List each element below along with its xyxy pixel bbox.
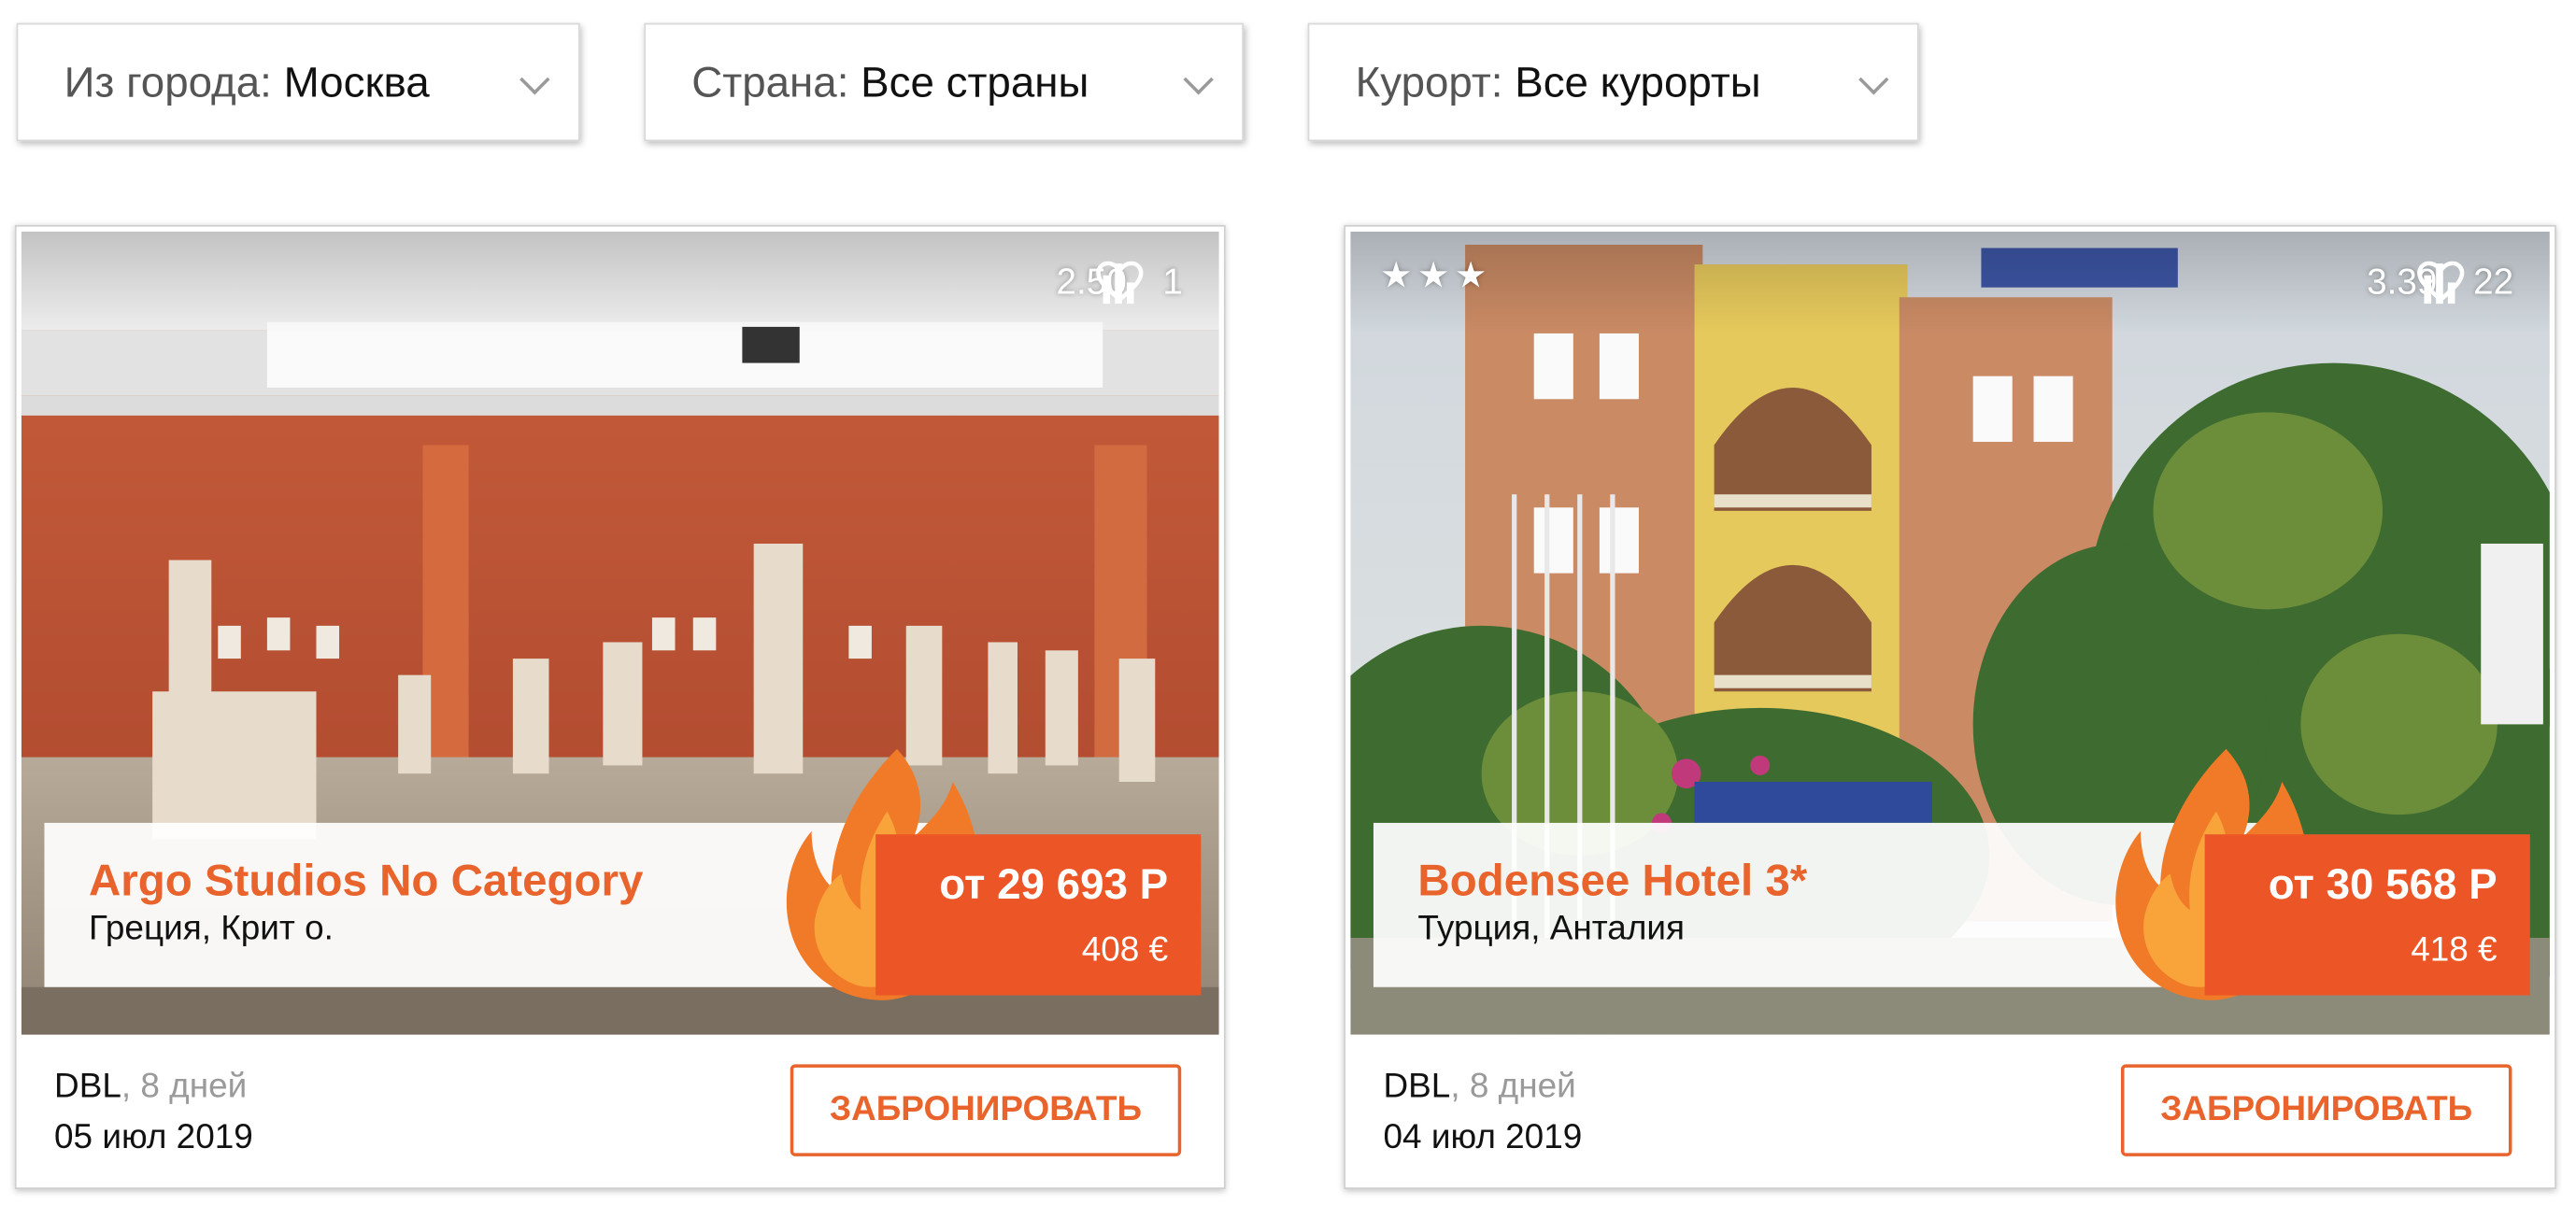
photo-top-shade xyxy=(21,231,1219,333)
tour-card[interactable]: 2.50 1 Argo Studios No Category Греция, … xyxy=(14,224,1226,1190)
price-eur: 408 € xyxy=(1081,930,1169,970)
hotel-location: Греция, Крит о. xyxy=(88,910,334,948)
resort-filter-value: Все курорты xyxy=(1515,56,1761,106)
hotel-stars: ★★★ xyxy=(1379,254,1492,296)
room-type: DBL xyxy=(1383,1067,1451,1106)
duration: , 8 дней xyxy=(121,1067,248,1106)
tour-card[interactable]: ★★★ 3.39 22 Bodensee Hotel 3* Турция, Ан… xyxy=(1344,224,2556,1190)
city-filter-value: Москва xyxy=(283,56,430,106)
book-button[interactable]: ЗАБРОНИРОВАТЬ xyxy=(790,1064,1182,1156)
duration: , 8 дней xyxy=(1450,1067,1576,1106)
hotel-name[interactable]: Argo Studios No Category xyxy=(89,856,643,907)
price-rub: от 29 693 Р xyxy=(939,858,1169,909)
country-filter-value: Все страны xyxy=(861,56,1089,106)
chevron-down-icon xyxy=(519,64,550,95)
chevron-down-icon xyxy=(1858,64,1889,95)
heart-icon[interactable] xyxy=(1056,261,1183,305)
city-filter-select[interactable]: Из города: Москва xyxy=(16,22,580,142)
stats-row: 3.39 22 xyxy=(2367,261,2513,305)
price-box: от 30 568 Р 418 € xyxy=(2204,834,2530,996)
resort-filter-label: Курорт: xyxy=(1355,56,1503,106)
hotel-location: Турция, Анталия xyxy=(1417,910,1685,948)
room-info: DBL, 8 дней xyxy=(54,1068,247,1107)
room-info: DBL, 8 дней xyxy=(1383,1068,1575,1107)
chevron-down-icon xyxy=(1183,64,1214,95)
likes-stat[interactable]: 1 xyxy=(1096,261,1183,305)
city-filter-label: Из города: xyxy=(64,56,272,106)
book-button[interactable]: ЗАБРОНИРОВАТЬ xyxy=(2120,1064,2512,1156)
price-eur: 418 € xyxy=(2411,930,2498,970)
price-box: от 29 693 Р 408 € xyxy=(875,834,1202,996)
likes-stat[interactable]: 22 xyxy=(2416,261,2513,305)
departure-date: 04 июл 2019 xyxy=(1383,1118,1583,1156)
heart-icon[interactable] xyxy=(2367,261,2513,305)
stats-row: 2.50 1 xyxy=(1056,261,1183,305)
departure-date: 05 июл 2019 xyxy=(54,1118,253,1156)
room-type: DBL xyxy=(54,1067,121,1106)
country-filter-label: Страна: xyxy=(691,56,849,106)
price-rub: от 30 568 Р xyxy=(2268,858,2498,909)
resort-filter-select[interactable]: Курорт: Все курорты xyxy=(1307,22,1919,142)
page: Из города: Москва Страна: Все страны Кур… xyxy=(0,0,2576,1219)
hotel-name[interactable]: Bodensee Hotel 3* xyxy=(1417,856,1807,907)
country-filter-select[interactable]: Страна: Все страны xyxy=(644,22,1245,142)
